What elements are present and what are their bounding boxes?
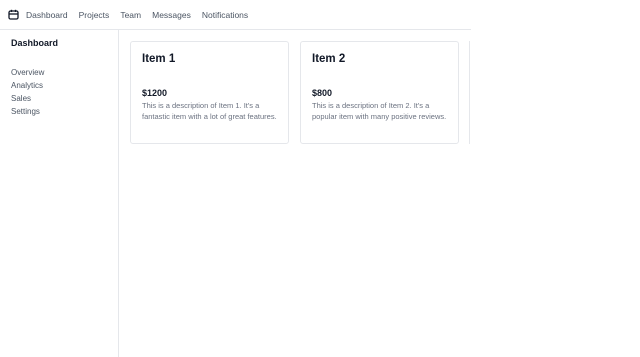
card-price: $1200 — [142, 88, 168, 98]
item-card[interactable]: Item 2 $800 This is a description of Ite… — [300, 41, 459, 144]
sidebar-list: Overview Analytics Sales Settings — [11, 66, 44, 118]
sidebar-item-sales[interactable]: Sales — [11, 92, 44, 105]
nav-dashboard[interactable]: Dashboard — [26, 10, 68, 20]
nav-team[interactable]: Team — [120, 10, 141, 20]
card-description: This is a description of Item 2. It's a … — [312, 101, 447, 122]
sidebar-title: Dashboard — [11, 38, 59, 48]
nav-notifications[interactable]: Notifications — [202, 10, 248, 20]
item-card[interactable]: Item 1 $1200 This is a description of It… — [130, 41, 289, 144]
card-price: $800 — [312, 88, 333, 98]
top-nav: Dashboard Projects Team Messages Notific… — [0, 0, 471, 30]
card-description: This is a description of Item 1. It's a … — [142, 101, 277, 122]
sidebar-item-settings[interactable]: Settings — [11, 105, 44, 118]
item-card-partial[interactable] — [469, 41, 471, 144]
nav-messages[interactable]: Messages — [152, 10, 191, 20]
card-title: Item 2 — [312, 53, 346, 65]
card-title: Item 1 — [142, 53, 176, 65]
nav-projects[interactable]: Projects — [79, 10, 110, 20]
sidebar-item-overview[interactable]: Overview — [11, 66, 44, 79]
sidebar-item-analytics[interactable]: Analytics — [11, 79, 44, 92]
sidebar: Dashboard Overview Analytics Sales Setti… — [0, 30, 119, 357]
calendar-icon[interactable] — [8, 9, 19, 20]
